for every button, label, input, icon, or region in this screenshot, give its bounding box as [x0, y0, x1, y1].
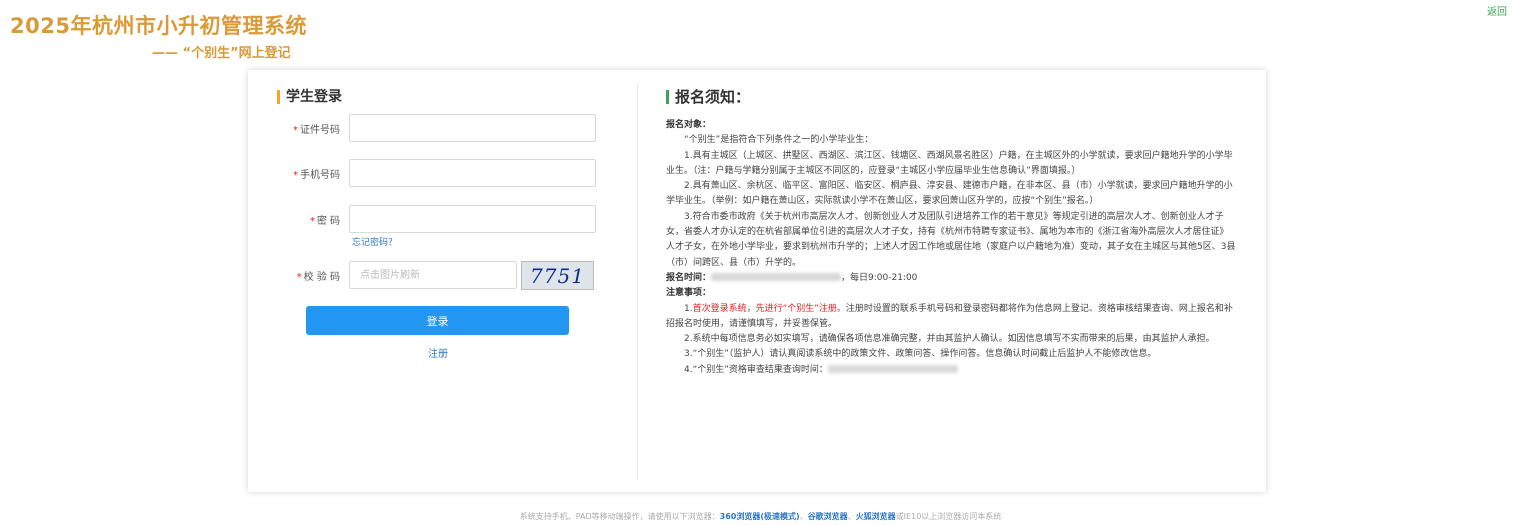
page-subtitle: —— “个别生”网上登记 [152, 46, 291, 61]
login-title: 学生登录 [277, 90, 342, 104]
required-mark: * [296, 272, 302, 283]
notice-title: 报名须知： [666, 90, 750, 105]
login-panel: 学生登录 *证件号码 *手机号码 *密 码 忘记密码？ *校 验 码 7751 … [248, 70, 638, 492]
captcha-label: * 校 验 码 [297, 268, 340, 283]
password-label: * 密 码 [310, 212, 340, 227]
forgot-password-link[interactable]: 忘记密码？ [352, 235, 397, 248]
blurred-date [827, 365, 958, 374]
panel-divider [637, 84, 638, 480]
registration-time: 报名时间： ，每日9:00-21:00 [666, 271, 1236, 286]
time-suffix: ，每日9:00-21:00 [841, 272, 918, 283]
password-row: * 密 码 [248, 205, 638, 235]
blurred-date [711, 273, 842, 282]
note-1-warning: 首次登录系统，先进行“个别生”注册。 [692, 303, 846, 314]
notice-item-2: 2.具有萧山区、余杭区、临平区、富阳区、临安区、桐庐县、淳安县、建德市户籍，在非… [666, 181, 1233, 207]
browser-chrome: 谷歌浏览器 [807, 512, 848, 521]
footer: 系统支持手机、PAD等移动端操作，请使用以下浏览器：360浏览器(极速模式)、谷… [0, 511, 1521, 522]
main-card: 学生登录 *证件号码 *手机号码 *密 码 忘记密码？ *校 验 码 7751 … [248, 70, 1266, 492]
captcha-label-text: 校 验 码 [303, 272, 340, 283]
phone-label: * 手机号码 [293, 166, 340, 181]
required-mark: * [293, 170, 298, 181]
note-4: 4.“个别生”资格审查结果查询时间： [666, 363, 1236, 378]
phone-input[interactable] [349, 159, 596, 187]
footer-sep: 、 [847, 512, 856, 521]
note-1-prefix: 1. [684, 303, 693, 314]
notice-item-3: 3.符合市委市政府《关于杭州市高层次人才、创新创业人才及团队引进培养工作的若干意… [666, 211, 1236, 268]
id-number-label-text: 证件号码 [300, 125, 340, 136]
notice-intro: “个别生”是指符合下列条件之一的小学毕业生： [684, 135, 874, 146]
footer-prefix: 系统支持手机、PAD等移动端操作，请使用以下浏览器： [519, 512, 720, 521]
id-number-row: * 证件号码 [248, 114, 638, 144]
required-mark: * [309, 216, 315, 227]
password-input[interactable] [349, 205, 596, 233]
back-link[interactable]: 返回 [1487, 3, 1507, 18]
note-1: 1.首次登录系统，先进行“个别生”注册。注册时设置的联系手机号码和登录密码都将作… [666, 302, 1236, 333]
captcha-image[interactable]: 7751 [521, 261, 594, 290]
login-button[interactable]: 登录 [306, 306, 569, 335]
phone-label-text: 手机号码 [300, 170, 340, 181]
target-heading: 报名对象： [666, 120, 712, 130]
notice-item-1: 1.具有主城区（上城区、拱墅区、西湖区、滨江区、钱塘区、西湖风景名胜区）户籍，在… [666, 150, 1233, 176]
register-link[interactable]: 注册 [248, 345, 628, 360]
phone-row: * 手机号码 [248, 159, 638, 189]
browser-firefox: 火狐浏览器 [855, 512, 896, 521]
note-2: 2.系统中每项信息务必如实填写，请确保各项信息准确完整，并由其监护人确认。如因信… [684, 334, 1215, 345]
browser-360: 360浏览器(极速模式) [719, 512, 800, 521]
id-number-input[interactable] [349, 114, 596, 142]
page-title: 2025年杭州市小升初管理系统 [10, 14, 307, 38]
time-heading: 报名时间： [666, 272, 712, 283]
note-4-text: 4.“个别生”资格审查结果查询时间： [684, 364, 828, 375]
id-number-label: * 证件号码 [293, 121, 340, 136]
note-3: 3.“个别生”（监护人）请认真阅读系统中的政策文件、政策问答、操作问答。信息确认… [684, 349, 1157, 360]
footer-sep: 、 [799, 512, 808, 521]
footer-suffix: 或IE10以上浏览器访问本系统 [895, 512, 1002, 521]
notes-heading: 注意事项： [666, 288, 712, 299]
required-mark: * [293, 125, 298, 136]
notice-body: 报名对象： “个别生”是指符合下列条件之一的小学毕业生： 1.具有主城区（上城区… [666, 118, 1236, 378]
password-label-text: 密 码 [316, 216, 340, 227]
captcha-input[interactable] [349, 261, 517, 289]
